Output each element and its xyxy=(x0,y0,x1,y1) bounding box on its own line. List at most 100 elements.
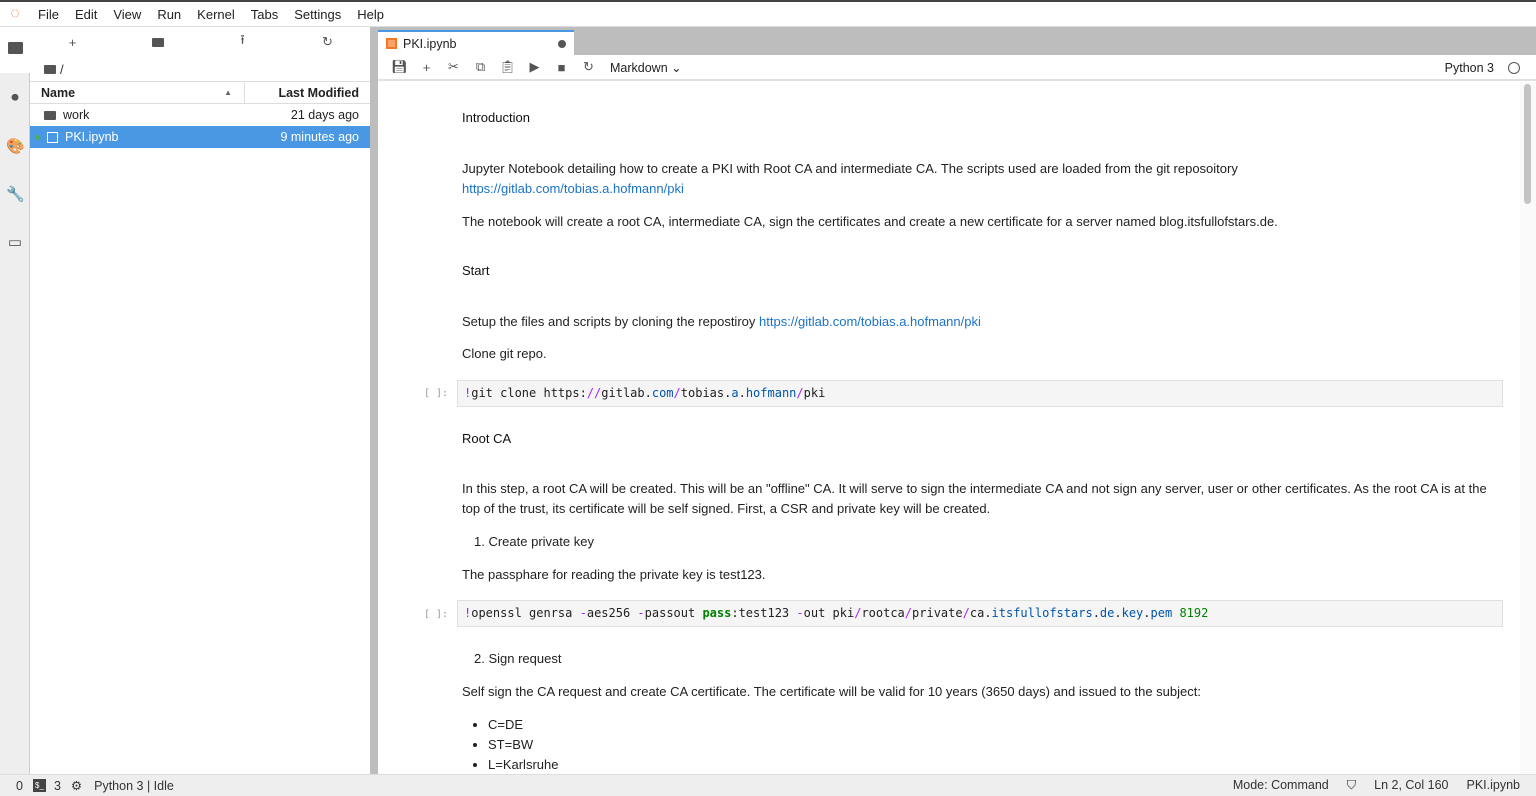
menu-settings[interactable]: Settings xyxy=(286,7,349,22)
code-token: tobias. xyxy=(681,386,732,400)
code-cell-openssl[interactable]: !openssl genrsa -aes256 -passout pass:te… xyxy=(457,600,1503,627)
restart-icon[interactable]: ↻ xyxy=(575,59,602,75)
breadcrumb-path[interactable]: / xyxy=(60,62,64,77)
code-token: . xyxy=(739,386,746,400)
notebook-content: Introduction Jupyter Notebook detailing … xyxy=(378,82,1520,774)
intro-paragraph-2: The notebook will create a root CA, inte… xyxy=(462,212,1502,232)
palette-icon[interactable]: 🎨 xyxy=(6,137,24,155)
code-token: - xyxy=(637,606,644,620)
menu-tabs[interactable]: Tabs xyxy=(243,7,286,22)
code-token: openssl genrsa xyxy=(471,606,579,620)
folder-icon xyxy=(44,65,56,74)
file-row[interactable]: work 21 days ago xyxy=(30,104,370,126)
file-browser: + ⭱ ↻ / Name▲ Last Modified work 21 days… xyxy=(30,27,370,774)
list-item-step2: 2. Sign request xyxy=(474,649,1514,669)
terminal-count[interactable]: 3 xyxy=(54,779,61,793)
cell-prompt: [ ]: xyxy=(424,609,448,620)
panel-splitter[interactable] xyxy=(370,27,378,774)
running-stop-icon[interactable]: ⏺ xyxy=(6,89,24,107)
kernel-name[interactable]: Python 3 xyxy=(1445,61,1494,75)
repo-link[interactable]: https://gitlab.com/tobias.a.hofmann/pki xyxy=(759,314,981,329)
kernel-idle-icon xyxy=(1508,62,1520,74)
notebook-scrollbar[interactable] xyxy=(1520,82,1536,774)
status-bar: 0 $_ 3 ⚙ Python 3 | Idle Mode: Command ⛉… xyxy=(0,774,1536,796)
heading-start: Start xyxy=(462,261,1502,281)
new-launcher-icon[interactable]: + xyxy=(30,35,115,50)
code-token: / xyxy=(796,386,803,400)
cut-icon[interactable]: ✂ xyxy=(440,59,467,75)
refresh-icon[interactable]: ↻ xyxy=(285,34,370,50)
code-token: . xyxy=(1114,606,1121,620)
save-icon[interactable]: 💾︎ xyxy=(386,59,413,75)
code-token: private xyxy=(912,606,963,620)
copy-icon[interactable]: ⧉ xyxy=(467,59,494,75)
column-last-modified[interactable]: Last Modified xyxy=(245,86,370,100)
folder-icon xyxy=(44,111,56,120)
menu-help[interactable]: Help xyxy=(349,7,392,22)
menu-edit[interactable]: Edit xyxy=(67,7,105,22)
tabs-icon[interactable]: ▭ xyxy=(6,233,24,251)
code-token: pass xyxy=(702,606,731,620)
clone-text: Clone git repo. xyxy=(462,344,1502,364)
code-token: aes256 xyxy=(587,606,638,620)
paste-icon[interactable]: 📋︎ xyxy=(494,59,521,75)
code-token: gitlab. xyxy=(601,386,652,400)
code-cell-git-clone[interactable]: !git clone https://gitlab.com/tobias.a.h… xyxy=(457,380,1503,407)
code-token: rootca xyxy=(861,606,904,620)
left-sidebar: ⏺ 🎨 🔧 ▭ xyxy=(0,27,30,774)
intro-text: Jupyter Notebook detailing how to create… xyxy=(462,161,1238,176)
notebook-icon xyxy=(47,132,58,143)
code-token: out pki xyxy=(804,606,855,620)
file-row[interactable]: PKI.ipynb 9 minutes ago xyxy=(30,126,370,148)
code-token: itsfullofstars xyxy=(992,606,1093,620)
repo-link[interactable]: https://gitlab.com/tobias.a.hofmann/pki xyxy=(462,181,684,196)
menu-run[interactable]: Run xyxy=(149,7,189,22)
notebook-toolbar: 💾︎ + ✂ ⧉ 📋︎ ▶ ■ ↻ Markdown ⌄ Python 3 xyxy=(378,55,1536,81)
heading-introduction: Introduction xyxy=(462,108,1502,128)
code-token: passout xyxy=(645,606,703,620)
sort-asc-icon: ▲ xyxy=(224,88,232,97)
code-token: / xyxy=(905,606,912,620)
stop-icon[interactable]: ■ xyxy=(548,60,575,75)
run-icon[interactable]: ▶ xyxy=(521,59,548,75)
code-token: / xyxy=(674,386,681,400)
code-token: - xyxy=(796,606,803,620)
menu-view[interactable]: View xyxy=(105,7,149,22)
intro-paragraph: Jupyter Notebook detailing how to create… xyxy=(462,159,1502,199)
kernel-status[interactable]: Python 3 | Idle xyxy=(94,779,174,793)
code-token: a xyxy=(731,386,738,400)
mode-indicator[interactable]: Mode: Command xyxy=(1233,778,1329,793)
tab-pki-notebook[interactable]: PKI.ipynb xyxy=(378,30,574,55)
code-token: / xyxy=(963,606,970,620)
code-token: pki xyxy=(804,386,826,400)
code-token: pem xyxy=(1151,606,1173,620)
code-token: :test123 xyxy=(731,606,796,620)
menu-kernel[interactable]: Kernel xyxy=(189,7,243,22)
wrench-icon[interactable]: 🔧 xyxy=(6,185,24,203)
menubar: ◌ File Edit View Run Kernel Tabs Setting… xyxy=(0,0,1536,27)
sign-paragraph: Self sign the CA request and create CA c… xyxy=(462,682,1502,702)
menu-file[interactable]: File xyxy=(30,7,67,22)
column-name[interactable]: Name▲ xyxy=(30,82,245,103)
jupyter-logo-icon: ◌ xyxy=(0,5,30,23)
root-ca-paragraph: In this step, a root CA will be created.… xyxy=(462,479,1502,519)
code-token: 8192 xyxy=(1172,606,1208,620)
breadcrumb[interactable]: / xyxy=(30,57,370,81)
file-modified: 9 minutes ago xyxy=(280,130,370,144)
kernel-count[interactable]: 0 xyxy=(16,779,23,793)
folder-icon[interactable] xyxy=(0,27,30,73)
cell-type-select[interactable]: Markdown ⌄ xyxy=(610,60,682,75)
new-folder-icon[interactable] xyxy=(115,35,200,50)
upload-icon[interactable]: ⭱ xyxy=(200,31,285,53)
notebook-icon xyxy=(386,38,397,49)
unsaved-dot-icon[interactable] xyxy=(558,40,566,48)
scrollbar-thumb[interactable] xyxy=(1524,84,1531,204)
insert-cell-icon[interactable]: + xyxy=(413,60,440,75)
trust-icon[interactable]: ⛉ xyxy=(1347,778,1356,793)
code-token: . xyxy=(1093,606,1100,620)
code-token: - xyxy=(580,606,587,620)
cursor-position[interactable]: Ln 2, Col 160 xyxy=(1374,778,1448,793)
subject-item: C=DE xyxy=(488,715,1502,735)
code-token: hofmann xyxy=(746,386,797,400)
code-token: key xyxy=(1122,606,1144,620)
